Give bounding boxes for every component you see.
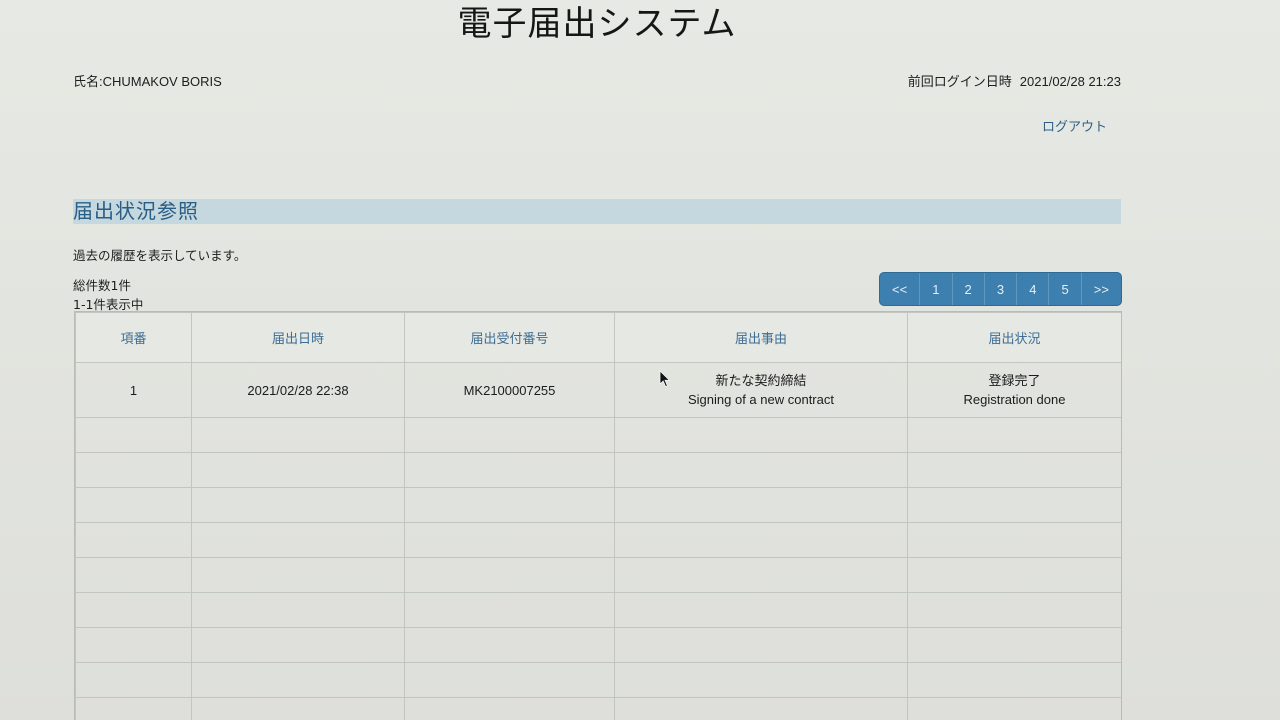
- pagination: << 1 2 3 4 5 >>: [880, 273, 1121, 305]
- last-login-info: 前回ログイン日時 2021/02/28 21:23: [908, 71, 1121, 90]
- column-header-receipt-number: 届出受付番号: [404, 312, 615, 363]
- status-japanese: 登録完了: [988, 373, 1041, 388]
- reason-english: Signing of a new contract: [688, 392, 834, 407]
- system-title: 電子届出システム: [457, 4, 737, 44]
- pagination-page-5-button[interactable]: 5: [1048, 273, 1080, 305]
- section-title: 届出状況参照: [73, 199, 199, 223]
- section-description: 過去の履歴を表示しています。: [73, 248, 247, 263]
- table-row: 1 2021/02/28 22:38 MK2100007255 新たな契約締結 …: [75, 362, 1121, 418]
- history-table-container: 項番 届出日時 届出受付番号 届出事由 届出状況 1 2021/02/28 22…: [74, 311, 1122, 720]
- empty-table-row: [75, 627, 1121, 663]
- cell-index: 1: [75, 362, 192, 418]
- empty-table-row: [75, 417, 1121, 453]
- user-name: 氏名:CHUMAKOV BORIS: [73, 74, 222, 89]
- mouse-pointer-icon: [659, 370, 671, 388]
- empty-table-row: [75, 697, 1121, 720]
- status-english: Registration done: [963, 392, 1066, 407]
- page: 電子届出システム 氏名:CHUMAKOV BORIS 前回ログイン日時 2021/…: [0, 0, 1280, 720]
- cell-datetime: 2021/02/28 22:38: [191, 362, 405, 418]
- section-header: 届出状況参照: [73, 199, 1121, 224]
- last-login-label: 前回ログイン日時: [907, 74, 1012, 89]
- empty-table-row: [75, 662, 1121, 698]
- pagination-page-2-button[interactable]: 2: [951, 273, 984, 305]
- pagination-page-4-button[interactable]: 4: [1016, 273, 1048, 305]
- empty-table-row: [75, 557, 1121, 593]
- empty-table-row: [75, 592, 1121, 628]
- total-count: 総件数1件: [73, 278, 131, 293]
- table-header-row: 項番 届出日時 届出受付番号 届出事由 届出状況: [75, 312, 1121, 363]
- last-login-value: 2021/02/28 21:23: [1019, 74, 1121, 89]
- empty-table-row: [75, 452, 1121, 488]
- empty-table-row: [75, 522, 1121, 558]
- cell-receipt-number: MK2100007255: [404, 362, 615, 418]
- column-header-datetime: 届出日時: [191, 312, 405, 363]
- pagination-last-button[interactable]: >>: [1080, 273, 1121, 305]
- history-table: 項番 届出日時 届出受付番号 届出事由 届出状況 1 2021/02/28 22…: [75, 312, 1121, 720]
- pagination-first-button[interactable]: <<: [880, 273, 919, 305]
- pagination-page-1-button[interactable]: 1: [919, 273, 951, 305]
- empty-table-row: [75, 487, 1121, 523]
- column-header-reason: 届出事由: [614, 312, 908, 363]
- logout-link[interactable]: ログアウト: [1042, 116, 1107, 135]
- column-header-status: 届出状況: [907, 312, 1121, 363]
- cell-status: 登録完了 Registration done: [907, 362, 1121, 418]
- column-header-index: 項番: [75, 312, 192, 363]
- pagination-page-3-button[interactable]: 3: [983, 273, 1016, 305]
